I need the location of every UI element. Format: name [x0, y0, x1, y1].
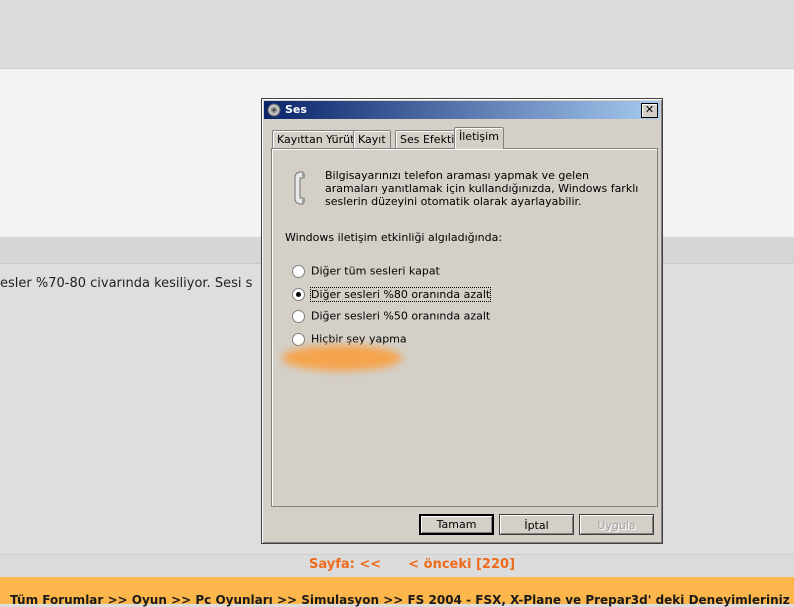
pager-first-link[interactable]: << [359, 557, 381, 572]
radio-do-nothing[interactable] [292, 332, 305, 346]
cancel-button[interactable]: İptal [499, 514, 574, 535]
tab-playback[interactable]: Kayıttan Yürüt [272, 130, 360, 149]
apply-button[interactable]: Uygula [579, 514, 654, 535]
pager: Sayfa: << < önceki [220] [309, 557, 515, 572]
tab-recording[interactable]: Kayıt [353, 130, 391, 149]
page-header-band [0, 0, 794, 68]
detection-heading: Windows iletişim etkinliği algıladığında… [285, 231, 503, 244]
radio-mute-all[interactable] [292, 264, 305, 278]
communications-panel: Bilgisayarınızı telefon araması yapmak v… [271, 148, 658, 507]
speaker-icon [267, 103, 281, 117]
option-mute-all[interactable]: Diğer tüm sesleri kapat [292, 264, 440, 278]
option-reduce-50[interactable]: Diğer sesleri %50 oranında azalt [292, 309, 490, 323]
option-reduce-80[interactable]: Diğer sesleri %80 oranında azalt [292, 286, 492, 302]
radio-reduce-50[interactable] [292, 309, 305, 323]
pager-prev-link[interactable]: < önceki [220] [408, 557, 515, 572]
description-text: Bilgisayarınızı telefon araması yapmak v… [325, 169, 639, 208]
dialog-titlebar[interactable]: Ses ✕ [264, 101, 660, 119]
radio-reduce-80[interactable] [292, 287, 305, 301]
redaction-smudge [282, 345, 402, 371]
close-button[interactable]: ✕ [641, 103, 658, 118]
pager-label: Sayfa: [309, 557, 355, 572]
ok-button[interactable]: Tamam [419, 514, 494, 535]
page-toolbar-band [0, 68, 794, 97]
dialog-title: Ses [285, 103, 307, 116]
tab-sounds[interactable]: Ses Efekti [395, 130, 460, 149]
option-do-nothing[interactable]: Hiçbir şey yapma [292, 332, 407, 346]
breadcrumb[interactable]: Tüm Forumlar >> Oyun >> Pc Oyunları >> S… [10, 593, 790, 607]
phone-handset-icon [294, 171, 305, 205]
sound-dialog: Ses ✕ Kayıttan Yürüt Kayıt Ses Efekti İl… [261, 98, 663, 544]
post-text: esler %70-80 civarında kesiliyor. Sesi s [0, 276, 253, 291]
tab-communications[interactable]: İletişim [454, 127, 504, 149]
